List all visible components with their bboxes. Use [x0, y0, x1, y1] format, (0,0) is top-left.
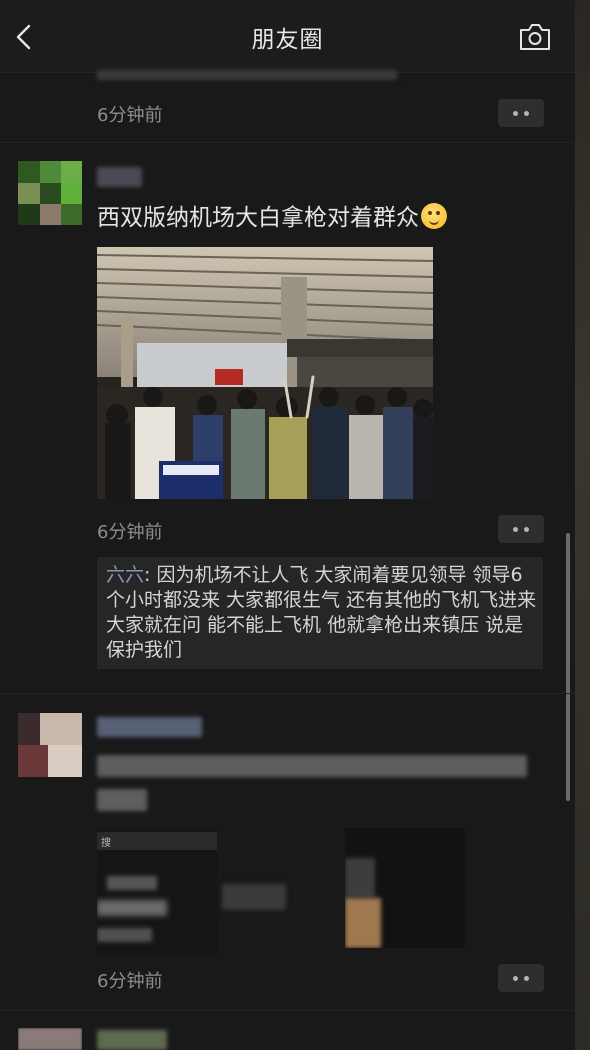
photo-illustration [97, 247, 433, 499]
avatar[interactable] [18, 1028, 82, 1050]
divider [0, 142, 575, 143]
blurred-post-text [97, 789, 147, 811]
top-bar: 朋友圈 [0, 0, 575, 73]
divider [0, 1010, 575, 1011]
post-image[interactable] [345, 828, 465, 948]
post-time: 6分钟前 [97, 971, 163, 992]
camera-icon[interactable] [518, 22, 552, 52]
post-time: 6分钟前 [97, 105, 163, 126]
username[interactable] [97, 167, 142, 187]
comment[interactable]: 六六: 因为机场不让人飞 大家闹着要见领导 领导6个小时都没来 大家都很生气 还… [106, 563, 538, 663]
comment-author[interactable]: 六六 [106, 564, 144, 586]
blurred-content [222, 884, 286, 910]
post-time: 6分钟前 [97, 522, 163, 543]
comment-text: 因为机场不让人飞 大家闹着要见领导 领导6个小时都没来 大家都很生气 还有其他的… [106, 564, 537, 661]
more-button[interactable] [498, 99, 544, 127]
smiling-face-emoji [421, 203, 447, 229]
post-photo[interactable] [97, 247, 433, 499]
more-button[interactable] [498, 515, 544, 543]
scrollbar[interactable] [566, 533, 570, 801]
page-title: 朋友圈 [251, 27, 324, 53]
post-text-content: 西双版纳机场大白拿枪对着群众 [97, 205, 419, 231]
mini-search-text: 搜 [101, 838, 111, 849]
username[interactable] [97, 717, 202, 737]
post-text: 西双版纳机场大白拿枪对着群众 [97, 198, 447, 232]
comment-box: 六六: 因为机场不让人飞 大家闹着要见领导 领导6个小时都没来 大家都很生气 还… [97, 557, 543, 669]
background-edge [575, 0, 590, 1050]
divider [0, 693, 575, 694]
username[interactable] [97, 1030, 167, 1050]
more-button[interactable] [498, 964, 544, 992]
avatar[interactable] [18, 161, 82, 225]
post-image[interactable]: 搜 [97, 828, 217, 956]
comment-separator: : [144, 564, 157, 586]
blurred-post-text [97, 755, 527, 777]
blurred-content [97, 70, 397, 80]
avatar[interactable] [18, 713, 82, 777]
